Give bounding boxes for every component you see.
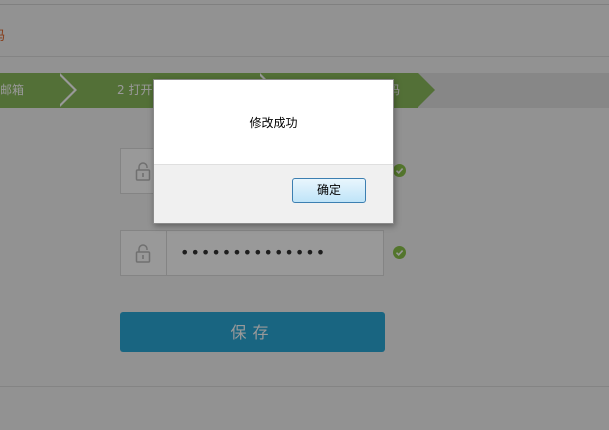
ok-button[interactable]: 确定	[292, 178, 366, 203]
dialog-body: 修改成功	[154, 80, 393, 165]
dialog-message: 修改成功	[249, 116, 298, 130]
alert-dialog: 修改成功 确定	[153, 79, 394, 224]
